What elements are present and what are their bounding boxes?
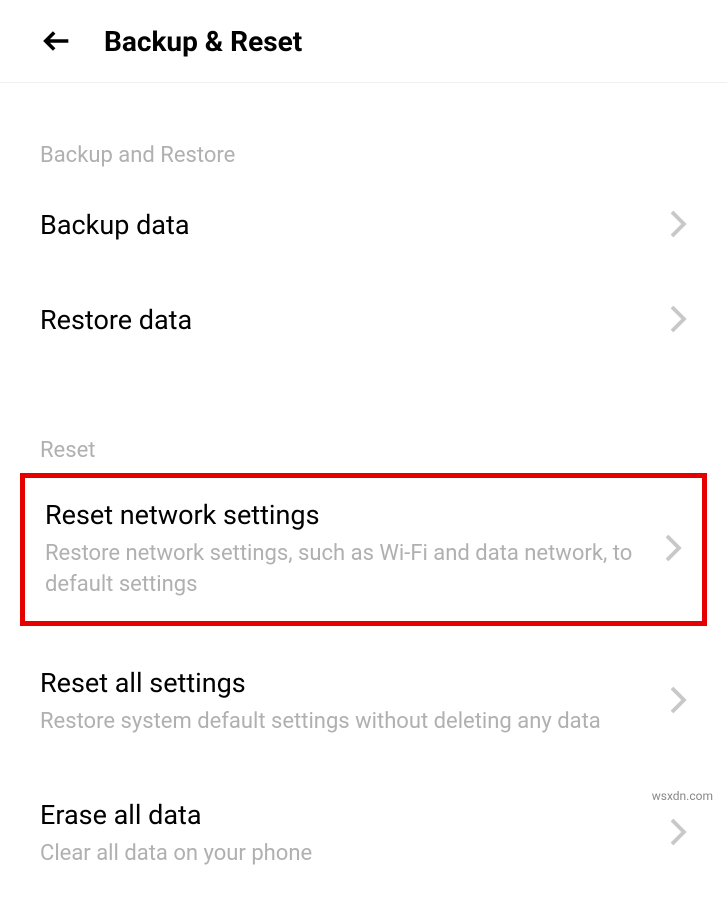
header-bar: Backup & Reset [0,0,727,83]
watermark: wsxdn.com [652,789,713,803]
list-item-title: Reset all settings [40,666,659,701]
list-item-reset-all[interactable]: Reset all settings Restore system defaul… [0,636,727,768]
chevron-right-icon [669,817,687,851]
list-item-reset-network[interactable]: Reset network settings Restore network s… [20,473,707,626]
page-title: Backup & Reset [104,25,302,58]
chevron-right-icon [669,209,687,243]
section-label-backup: Backup and Restore [0,143,727,168]
list-item-restore-data[interactable]: Restore data [0,273,727,368]
list-item-backup-data[interactable]: Backup data [0,178,727,273]
chevron-right-icon [669,685,687,719]
list-item-subtitle: Restore network settings, such as Wi-Fi … [45,539,654,601]
list-item-erase-all[interactable]: Erase all data Clear all data on your ph… [0,768,727,900]
section-label-reset: Reset [0,438,727,463]
list-item-title: Backup data [40,208,659,243]
chevron-right-icon [664,533,682,567]
list-item-subtitle: Clear all data on your phone [40,839,659,870]
list-item-title: Restore data [40,303,659,338]
back-arrow-icon[interactable] [40,24,74,58]
list-item-subtitle: Restore system default settings without … [40,707,659,738]
list-item-title: Erase all data [40,798,659,833]
chevron-right-icon [669,304,687,338]
list-item-title: Reset network settings [45,498,654,533]
